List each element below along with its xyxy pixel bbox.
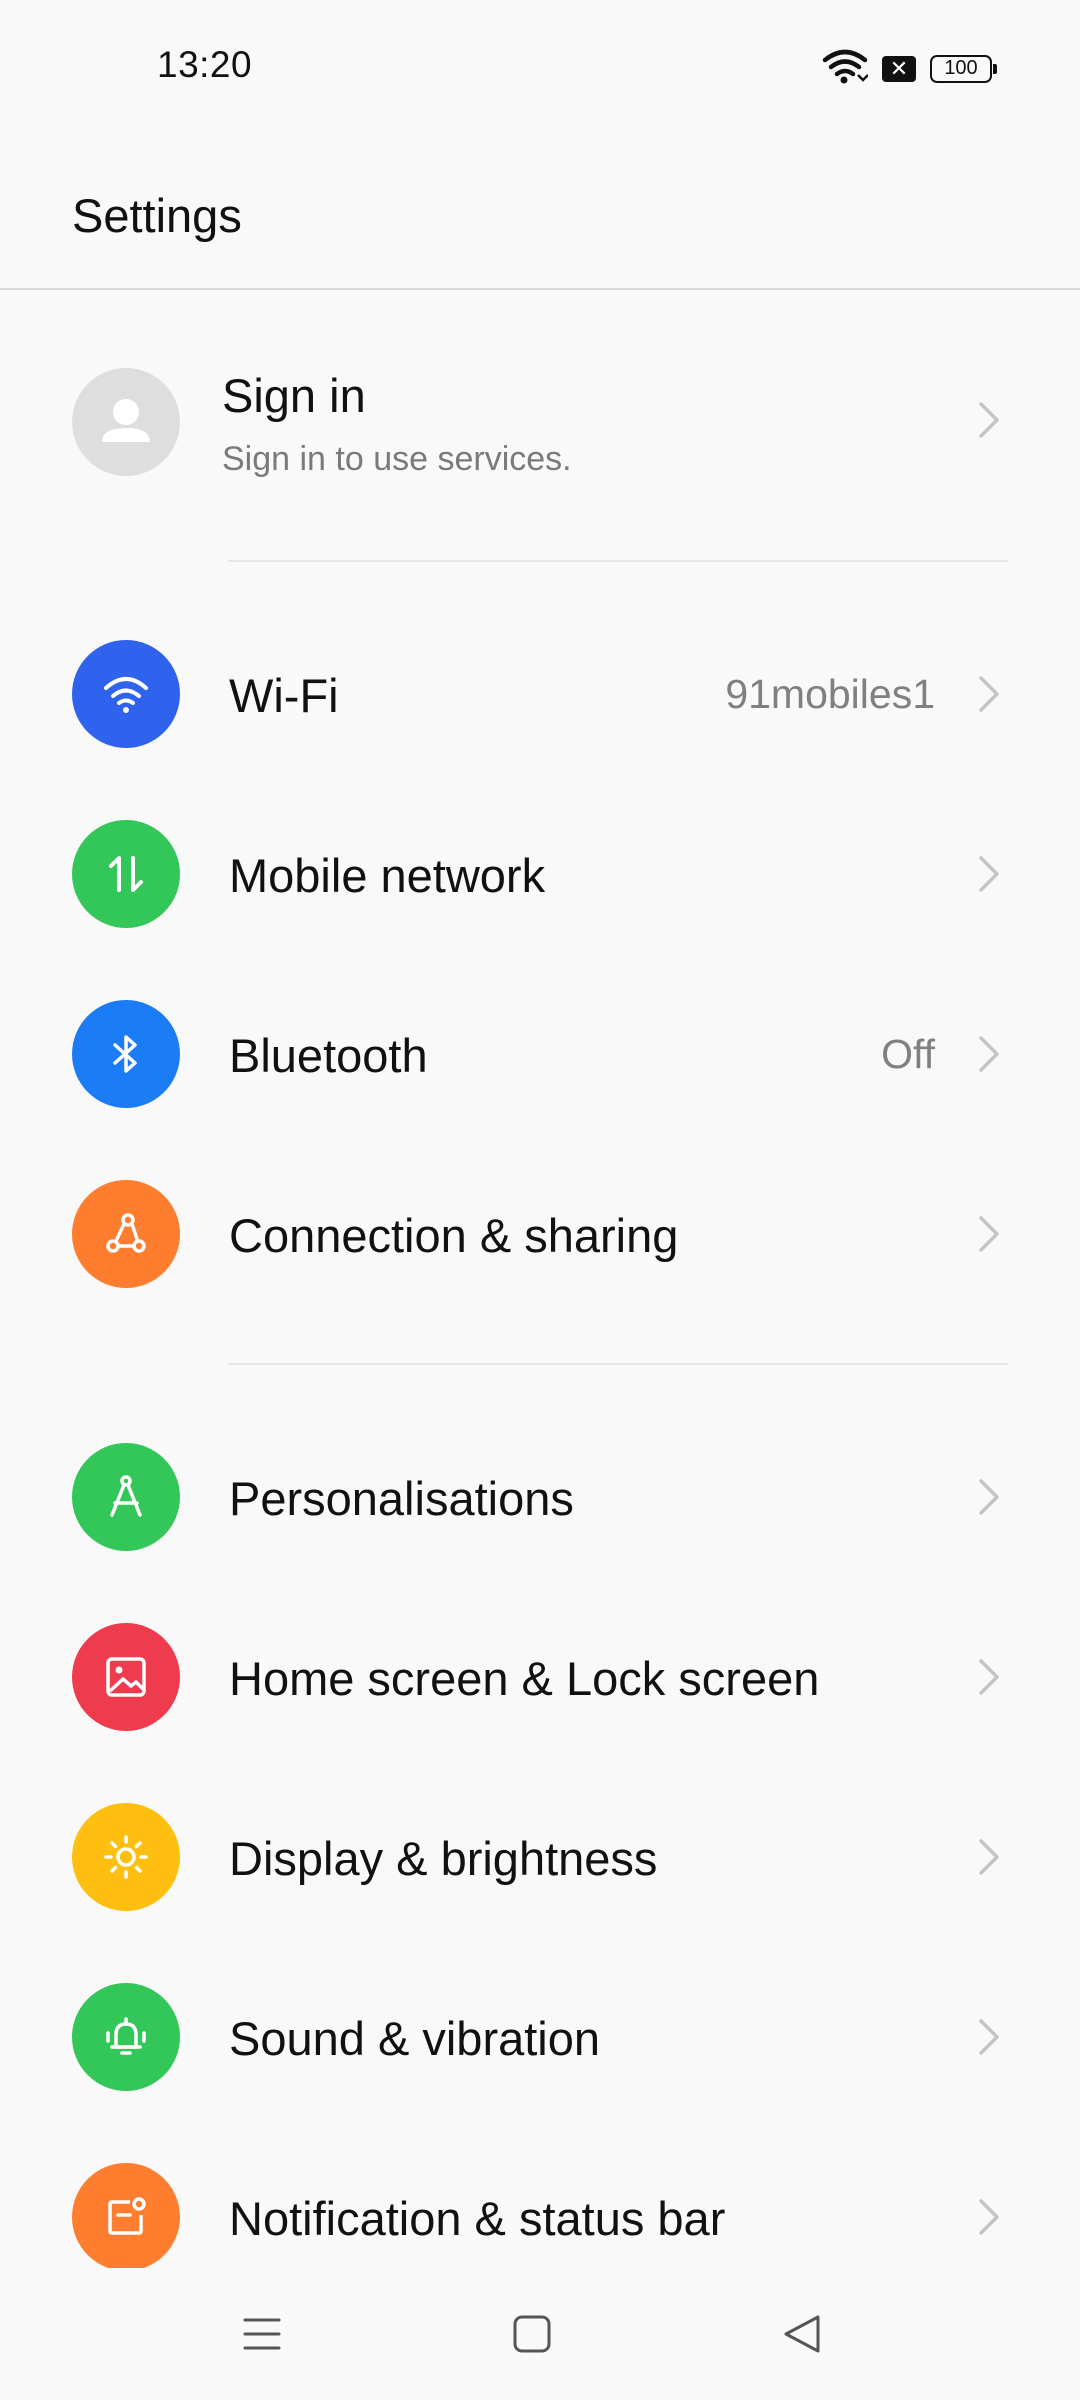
no-sim-icon: ✕	[882, 55, 916, 82]
chevron-right-icon	[979, 2019, 999, 2055]
chevron-right-icon	[979, 402, 999, 438]
notification-icon	[72, 2163, 180, 2268]
setting-row-connection-sharing[interactable]: Connection & sharing	[0, 1144, 1080, 1324]
battery-indicator: 100	[930, 54, 997, 83]
menu-icon[interactable]	[232, 2304, 292, 2364]
setting-label: Mobile network	[229, 849, 546, 902]
page-title: Settings	[72, 189, 242, 242]
bell-icon	[72, 1983, 180, 2091]
setting-value: Off	[881, 1031, 935, 1077]
wifi-signal-icon	[822, 48, 869, 89]
sign-in-subtitle: Sign in to use services.	[222, 440, 572, 478]
setting-label: Notification & status bar	[229, 2192, 726, 2245]
sign-in-row[interactable]: Sign in Sign in to use services.	[0, 330, 1080, 515]
setting-label: Display & brightness	[229, 1832, 658, 1885]
status-icons: ✕ 100	[822, 48, 997, 89]
chevron-right-icon	[979, 676, 999, 712]
setting-label: Wi-Fi	[229, 669, 339, 722]
setting-row-wifi[interactable]: Wi-Fi 91mobiles1	[0, 604, 1080, 784]
section-divider	[228, 1363, 1008, 1365]
section-divider	[228, 560, 1008, 562]
setting-label: Home screen & Lock screen	[229, 1652, 820, 1705]
setting-row-display-brightness[interactable]: Display & brightness	[0, 1767, 1080, 1947]
navigation-bar	[0, 2268, 1080, 2400]
setting-value: 91mobiles1	[725, 671, 935, 717]
setting-row-mobile-network[interactable]: Mobile network	[0, 784, 1080, 964]
wifi-icon	[72, 640, 180, 748]
setting-row-bluetooth[interactable]: Bluetooth Off	[0, 964, 1080, 1144]
chevron-right-icon	[979, 2199, 999, 2235]
back-triangle-icon[interactable]	[772, 2304, 832, 2364]
setting-label: Personalisations	[229, 1472, 574, 1525]
chevron-right-icon	[979, 1659, 999, 1695]
compass-icon	[72, 1443, 180, 1551]
setting-row-sound-vibration[interactable]: Sound & vibration	[0, 1947, 1080, 2127]
connection-sharing-icon	[72, 1180, 180, 1288]
setting-row-notification-status-bar[interactable]: Notification & status bar	[0, 2127, 1080, 2268]
image-icon	[72, 1623, 180, 1731]
mobile-data-icon	[72, 820, 180, 928]
sun-icon	[72, 1803, 180, 1911]
status-bar: 13:20 ✕ 100	[0, 0, 1080, 130]
chevron-right-icon	[979, 1839, 999, 1875]
bluetooth-icon	[72, 1000, 180, 1108]
setting-label: Bluetooth	[229, 1029, 428, 1082]
setting-label: Sound & vibration	[229, 2012, 601, 2065]
page-header: Settings	[0, 130, 1080, 290]
status-time: 13:20	[157, 44, 253, 85]
chevron-right-icon	[979, 1036, 999, 1072]
setting-row-personalisations[interactable]: Personalisations	[0, 1407, 1080, 1587]
chevron-right-icon	[979, 1479, 999, 1515]
sign-in-title: Sign in	[222, 369, 366, 422]
setting-row-home-lock-screen[interactable]: Home screen & Lock screen	[0, 1587, 1080, 1767]
chevron-right-icon	[979, 1216, 999, 1252]
home-square-icon[interactable]	[502, 2304, 562, 2364]
setting-label: Connection & sharing	[229, 1209, 679, 1262]
chevron-right-icon	[979, 856, 999, 892]
person-avatar-icon	[72, 368, 180, 476]
